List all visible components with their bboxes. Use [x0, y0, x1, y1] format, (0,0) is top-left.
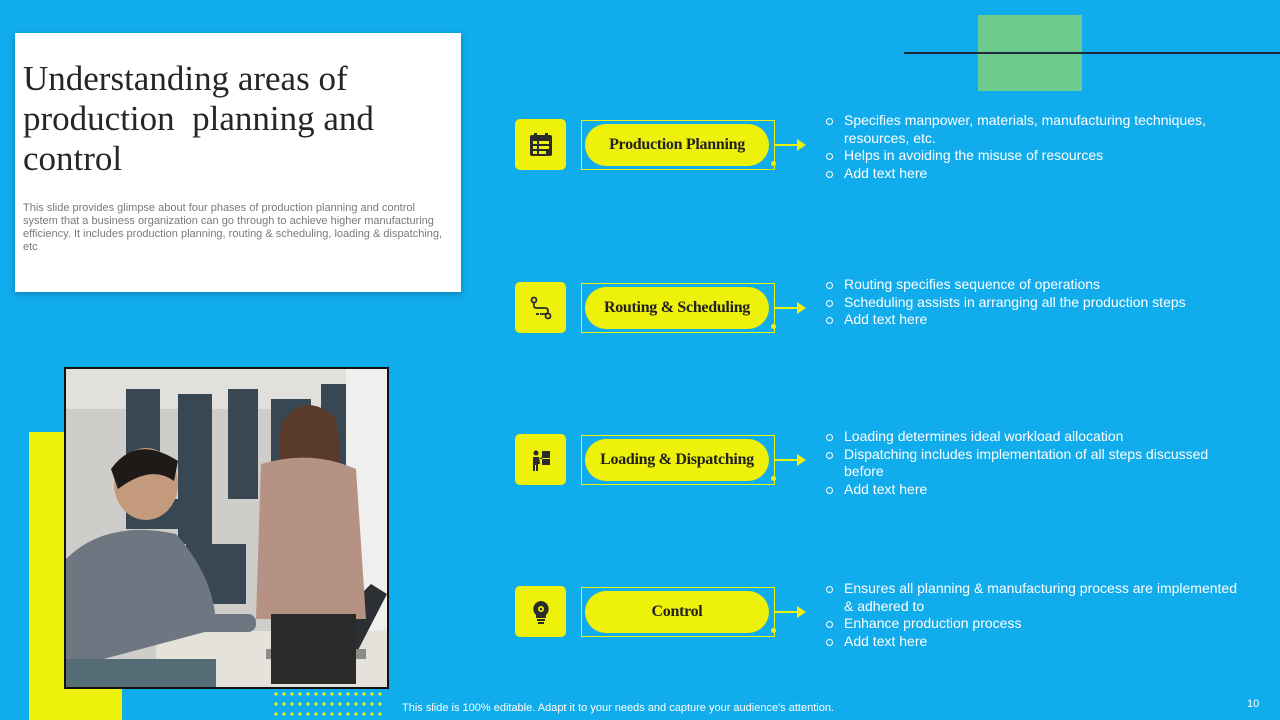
bullet-item: Add text here — [825, 165, 1245, 183]
slide-description: This slide provides glimpse about four p… — [23, 202, 443, 253]
phase-frame-dot — [771, 324, 776, 329]
footer-note: This slide is 100% editable. Adapt it to… — [402, 702, 834, 714]
route-path-icon — [515, 282, 566, 333]
arrow-line — [775, 459, 799, 461]
phase-bullets-loading-dispatching: Loading determines ideal workload alloca… — [825, 428, 1245, 498]
phase-label-routing-scheduling: Routing & Scheduling — [585, 287, 769, 329]
arrow-line — [775, 611, 799, 613]
arrow-line — [775, 307, 799, 309]
arrow-line — [775, 144, 799, 146]
bullet-item: Routing specifies sequence of operations — [825, 276, 1245, 294]
loading-worker-icon — [515, 434, 566, 485]
decorative-top-line — [904, 52, 1280, 54]
planning-board-icon — [515, 119, 566, 170]
bullet-item: Add text here — [825, 481, 1245, 499]
bullet-item: Loading determines ideal workload alloca… — [825, 428, 1245, 446]
phase-bullets-routing-scheduling: Routing specifies sequence of operations… — [825, 276, 1245, 329]
arrow-right-icon — [797, 302, 806, 314]
office-meeting-illustration — [66, 369, 387, 687]
bullet-item: Specifies manpower, materials, manufactu… — [825, 112, 1245, 147]
decorative-dot-pattern — [274, 692, 382, 716]
bullet-item: Add text here — [825, 311, 1245, 329]
phase-frame-dot — [771, 161, 776, 166]
phase-label-loading-dispatching: Loading & Dispatching — [585, 439, 769, 481]
phase-label-control: Control — [585, 591, 769, 633]
phase-bullets-production-planning: Specifies manpower, materials, manufactu… — [825, 112, 1245, 182]
arrow-right-icon — [797, 606, 806, 618]
slide-title: Understanding areas of production planni… — [23, 59, 383, 178]
office-meeting-photo — [64, 367, 389, 689]
phase-frame-dot — [771, 628, 776, 633]
bullet-item: Dispatching includes implementation of a… — [825, 446, 1245, 481]
title-card: Understanding areas of production planni… — [15, 33, 461, 292]
page-number: 10 — [1247, 698, 1260, 710]
phase-label-production-planning: Production Planning — [585, 124, 769, 166]
phase-bullets-control: Ensures all planning & manufacturing pro… — [825, 580, 1245, 650]
lightbulb-gear-icon — [515, 586, 566, 637]
phase-frame-dot — [771, 476, 776, 481]
bullet-item: Ensures all planning & manufacturing pro… — [825, 580, 1245, 615]
bullet-item: Enhance production process — [825, 615, 1245, 633]
bullet-item: Scheduling assists in arranging all the … — [825, 294, 1245, 312]
bullet-item: Add text here — [825, 633, 1245, 651]
arrow-right-icon — [797, 139, 806, 151]
bullet-item: Helps in avoiding the misuse of resource… — [825, 147, 1245, 165]
arrow-right-icon — [797, 454, 806, 466]
